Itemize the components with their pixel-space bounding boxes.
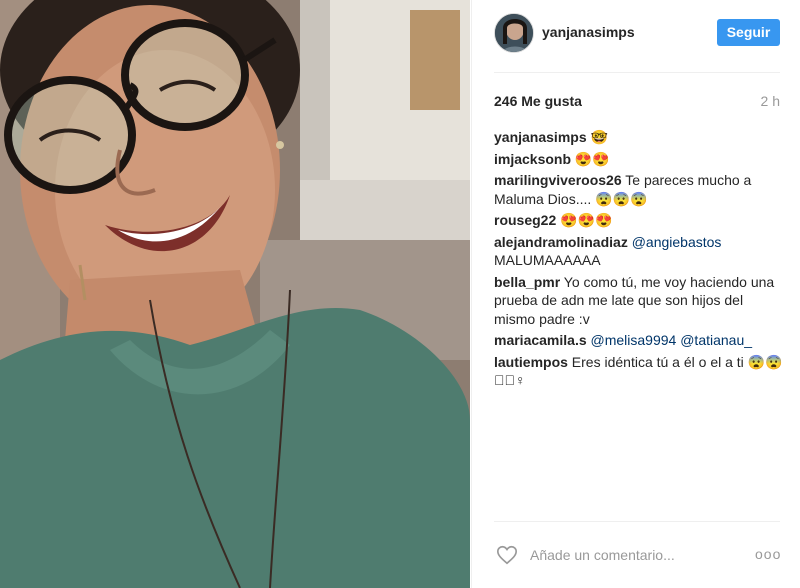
comment-mention[interactable]: @melisa9994 <box>591 332 677 348</box>
comment-username[interactable]: mariacamila.s <box>494 332 587 348</box>
footer-divider <box>494 521 780 522</box>
comment: marilingviveroos26 Te pareces mucho a Ma… <box>494 171 784 208</box>
comment: rouseg22 😍😍😍 <box>494 211 784 230</box>
post-footer: ooo <box>472 530 800 580</box>
comment-username[interactable]: imjacksonb <box>494 151 571 167</box>
post-author-username[interactable]: yanjanasimps <box>542 24 635 40</box>
post-sidebar: yanjanasimps Seguir 246 Me gusta 2 h yan… <box>471 0 800 588</box>
comment-mention[interactable]: @angiebastos <box>632 234 722 250</box>
comment-username[interactable]: marilingviveroos26 <box>494 172 622 188</box>
comment-text: MALUMAAAAAA <box>494 252 601 268</box>
comment-text: 🤓 <box>586 129 608 145</box>
comment-username[interactable]: rouseg22 <box>494 212 556 228</box>
comment-text: 😍😍 <box>571 150 610 167</box>
comment-username[interactable]: bella_pmr <box>494 274 560 290</box>
header-divider <box>494 72 780 73</box>
comment: mariacamila.s @melisa9994 @tatianau_ <box>494 331 784 350</box>
post-header: yanjanasimps Seguir <box>472 0 800 72</box>
comment-username[interactable]: yanjanasimps <box>494 129 587 145</box>
more-options-icon[interactable]: ooo <box>755 546 781 562</box>
post-timestamp[interactable]: 2 h <box>761 93 780 109</box>
comment-text: 😍😍😍 <box>556 212 613 228</box>
avatar[interactable] <box>494 13 534 53</box>
comment-username[interactable]: alejandramolinadiaz <box>494 234 628 250</box>
post-photo <box>0 0 470 588</box>
comment: alejandramolinadiaz @angiebastos MALUMAA… <box>494 233 784 270</box>
comment-input[interactable] <box>530 544 730 566</box>
comments-list: yanjanasimps 🤓 imjacksonb 😍😍 marilingviv… <box>494 128 784 393</box>
follow-button[interactable]: Seguir <box>717 19 780 46</box>
comment: imjacksonb 😍😍 <box>494 150 784 169</box>
heart-icon[interactable] <box>496 544 518 566</box>
comment: bella_pmr Yo como tú, me voy haciendo un… <box>494 273 784 329</box>
comment: yanjanasimps 🤓 <box>494 128 784 147</box>
comment-username[interactable]: lautiempos <box>494 354 568 370</box>
comment-mention-2[interactable]: @tatianau_ <box>680 332 752 348</box>
comment: lautiempos Eres idéntica tú a él o el a … <box>494 353 784 390</box>
likes-row: 246 Me gusta 2 h <box>494 93 780 111</box>
likes-count[interactable]: 246 Me gusta <box>494 93 582 109</box>
